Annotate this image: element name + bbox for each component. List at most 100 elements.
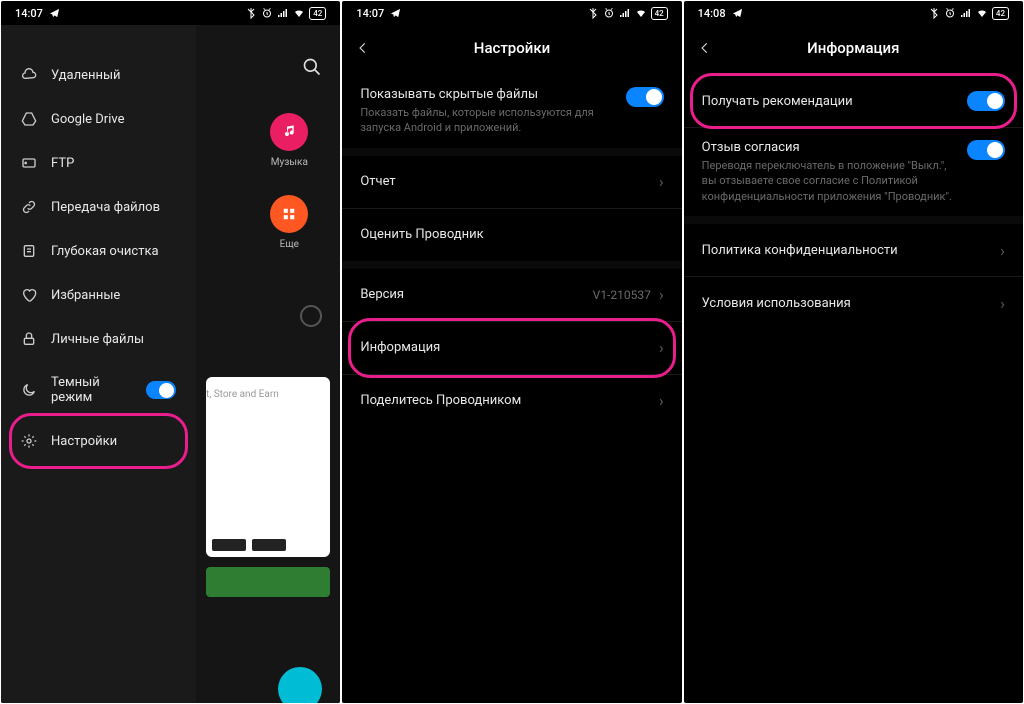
drawer-label: Удаленный: [51, 68, 121, 83]
status-time: 14:08: [698, 7, 726, 20]
separator: [342, 148, 681, 156]
link-icon: [21, 199, 37, 215]
more-tile[interactable]: Еще: [270, 195, 308, 250]
lock-icon: [21, 331, 37, 347]
drawer-item-settings[interactable]: Настройки: [1, 419, 196, 463]
battery-indicator: 42: [992, 7, 1009, 20]
radio-circle[interactable]: [300, 305, 322, 327]
row-title: Поделитесь Проводником: [360, 393, 651, 408]
page-title: Информация: [684, 39, 1023, 57]
back-button[interactable]: [698, 41, 716, 55]
drawer-label: Избранные: [51, 288, 120, 303]
telegram-icon: [49, 8, 60, 19]
status-time: 14:07: [15, 7, 43, 20]
row-title: Условия использования: [702, 296, 993, 311]
drawer-item-google-drive[interactable]: Google Drive: [1, 97, 196, 141]
dark-mode-toggle[interactable]: [146, 381, 176, 399]
alarm-icon: [944, 7, 956, 19]
settings-header: Настройки: [342, 25, 681, 75]
row-title: Получать рекомендации: [702, 94, 957, 109]
tile-label: Музыка: [271, 157, 308, 168]
separator: [684, 216, 1023, 224]
row-recommendations[interactable]: Получать рекомендации: [684, 75, 1023, 127]
row-show-hidden[interactable]: Показывать скрытые файлы Показать файлы,…: [342, 75, 681, 148]
alarm-icon: [261, 7, 273, 19]
promo-card: t, Store and Earn: [206, 377, 330, 557]
hidden-files-toggle[interactable]: [626, 87, 664, 107]
chevron-right-icon: ›: [659, 285, 664, 304]
fab-button[interactable]: [278, 667, 322, 703]
telegram-icon: [390, 8, 401, 19]
music-tile[interactable]: Музыка: [270, 113, 308, 168]
phone-screen-3: 14:08 42 Информация Получать рекомендаци…: [684, 1, 1023, 703]
row-title: Информация: [360, 340, 651, 355]
action-button[interactable]: [206, 567, 330, 597]
row-version[interactable]: Версия V1-210537 ›: [342, 269, 681, 321]
bluetooth-icon: [928, 7, 940, 19]
revoke-toggle[interactable]: [967, 140, 1005, 160]
drawer-item-favorites[interactable]: Избранные: [1, 273, 196, 317]
card-text: t, Store and Earn: [206, 389, 279, 400]
status-bar: 14:07 42: [342, 1, 681, 25]
status-bar: 14:07 42: [1, 1, 340, 25]
bluetooth-icon: [245, 7, 257, 19]
battery-indicator: 42: [309, 7, 326, 20]
row-report[interactable]: Отчет ›: [342, 156, 681, 208]
drawer-item-file-transfer[interactable]: Передача файлов: [1, 185, 196, 229]
wifi-icon: [635, 7, 647, 19]
signal-icon: [619, 7, 631, 19]
chevron-right-icon: ›: [1000, 241, 1005, 260]
row-title: Версия: [360, 287, 592, 302]
drawer-item-ftp[interactable]: FTP: [1, 141, 196, 185]
row-title: Отзыв согласия: [702, 140, 957, 155]
row-title: Политика конфиденциальности: [702, 243, 993, 258]
row-rate[interactable]: Оценить Проводник: [342, 209, 681, 261]
gear-icon: [21, 433, 37, 449]
google-drive-icon: [21, 111, 37, 127]
drawer-label: Настройки: [51, 434, 117, 449]
row-subtitle: Показать файлы, которые используются для…: [360, 105, 615, 136]
background-content: Музыка Еще t, Store and Earn: [196, 25, 340, 703]
wifi-icon: [976, 7, 988, 19]
drawer-item-dark-mode[interactable]: Темный режим: [1, 361, 196, 419]
drawer-label: Передача файлов: [51, 200, 160, 215]
settings-header: Информация: [684, 25, 1023, 75]
chevron-right-icon: ›: [659, 338, 664, 357]
row-title: Показывать скрытые файлы: [360, 87, 615, 102]
row-privacy-policy[interactable]: Политика конфиденциальности ›: [684, 224, 1023, 276]
bluetooth-icon: [587, 7, 599, 19]
clean-icon: [21, 243, 37, 259]
telegram-icon: [732, 8, 743, 19]
drawer-label: Google Drive: [51, 112, 124, 127]
chevron-right-icon: ›: [659, 391, 664, 410]
store-badge[interactable]: [212, 539, 246, 551]
separator: [342, 261, 681, 269]
row-share[interactable]: Поделитесь Проводником ›: [342, 375, 681, 427]
signal-icon: [277, 7, 289, 19]
drawer-item-remote[interactable]: Удаленный: [1, 53, 196, 97]
recommendations-toggle[interactable]: [967, 91, 1005, 111]
row-title: Отчет: [360, 174, 651, 189]
back-button[interactable]: [356, 41, 374, 55]
heart-icon: [21, 287, 37, 303]
search-icon[interactable]: [302, 57, 322, 77]
drawer-label: Темный режим: [51, 375, 132, 405]
signal-icon: [960, 7, 972, 19]
battery-indicator: 42: [651, 7, 668, 20]
phone-screen-1: 14:07 42 Удаленный Google Drive FTP: [1, 1, 340, 703]
store-badge[interactable]: [252, 539, 286, 551]
ftp-icon: [21, 155, 37, 171]
row-revoke-consent[interactable]: Отзыв согласия Переводя переключатель в …: [684, 128, 1023, 216]
alarm-icon: [603, 7, 615, 19]
drawer-label: Глубокая очистка: [51, 244, 159, 259]
drawer-item-private-files[interactable]: Личные файлы: [1, 317, 196, 361]
version-value: V1-210537: [593, 288, 651, 302]
wifi-icon: [293, 7, 305, 19]
row-terms[interactable]: Условия использования ›: [684, 277, 1023, 329]
row-subtitle: Переводя переключатель в положение "Выкл…: [702, 158, 957, 204]
moon-icon: [21, 382, 37, 398]
chevron-right-icon: ›: [1000, 294, 1005, 313]
drawer-item-deep-clean[interactable]: Глубокая очистка: [1, 229, 196, 273]
row-information[interactable]: Информация ›: [342, 322, 681, 374]
settings-list: Показывать скрытые файлы Показать файлы,…: [342, 75, 681, 703]
